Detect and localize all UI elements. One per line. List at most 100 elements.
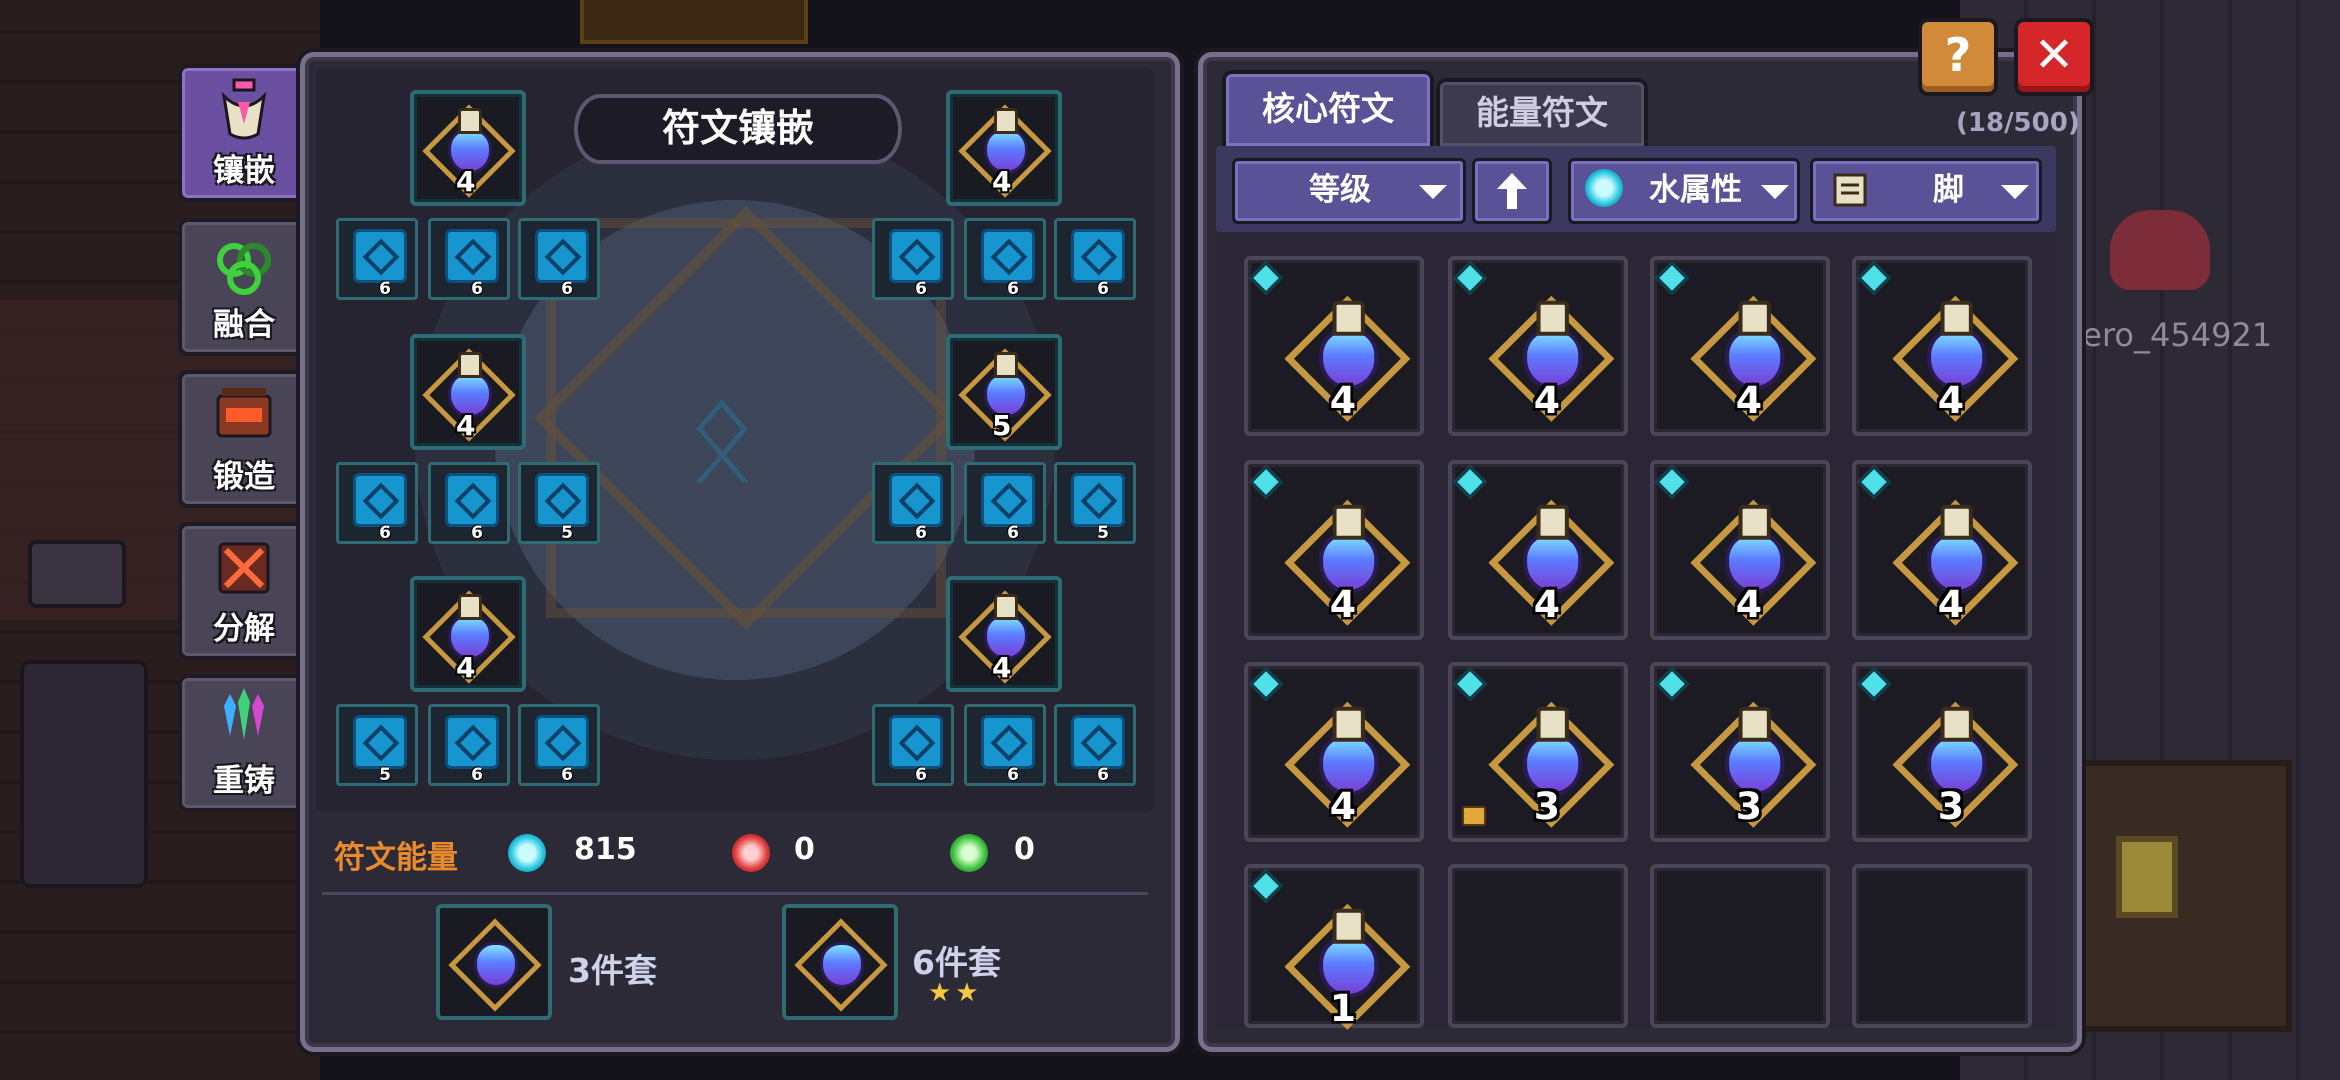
water-element-badge xyxy=(1857,261,1891,295)
core-rune-icon: 4 xyxy=(958,590,1052,684)
side-tab-forge[interactable]: 锻造 xyxy=(178,370,310,508)
energy-rune-icon xyxy=(1071,473,1125,527)
water-element-badge xyxy=(1249,465,1283,499)
energy-rune-slot[interactable]: 5 xyxy=(518,462,600,544)
core-rune-slot[interactable]: 4 xyxy=(410,576,526,692)
energy-rune-slot[interactable]: 6 xyxy=(872,704,954,786)
inventory-rune-cell[interactable]: 4 xyxy=(1650,256,1830,436)
water-energy-value: 815 xyxy=(574,832,637,867)
close-button[interactable]: ✕ xyxy=(2014,18,2094,96)
water-element-badge xyxy=(1453,261,1487,295)
core-rune-slot[interactable]: 4 xyxy=(946,90,1062,206)
sort-dropdown-label: 等级 xyxy=(1309,172,1371,208)
energy-rune-icon xyxy=(981,229,1035,283)
element-dropdown[interactable]: 水属性 xyxy=(1568,158,1800,224)
core-rune-slot[interactable]: 4 xyxy=(410,90,526,206)
chevron-down-icon xyxy=(2001,185,2029,199)
inventory-rune-cell[interactable]: 4 xyxy=(1852,256,2032,436)
core-rune-slot[interactable]: 4 xyxy=(946,576,1062,692)
side-tab-label: 融合 xyxy=(213,307,275,343)
question-icon: ? xyxy=(1944,28,1972,82)
recast-icon xyxy=(224,688,264,740)
rune-energy-bar: 符文能量 815 0 0 xyxy=(316,822,1154,886)
energy-rune-icon xyxy=(445,473,499,527)
energy-rune-slot[interactable]: 6 xyxy=(1054,218,1136,300)
energy-rune-slot[interactable]: 6 xyxy=(964,704,1046,786)
inventory-rune-cell[interactable]: 3 xyxy=(1650,662,1830,842)
energy-rune-icon xyxy=(889,473,943,527)
energy-rune-icon xyxy=(981,473,1035,527)
core-rune-icon: 3 xyxy=(1488,701,1615,828)
energy-rune-slot[interactable]: 6 xyxy=(336,462,418,544)
inventory-rune-cell[interactable]: 1 xyxy=(1244,864,1424,1030)
energy-rune-icon xyxy=(445,715,499,769)
energy-rune-slot[interactable]: 6 xyxy=(1054,704,1136,786)
set-rune-icon xyxy=(448,918,542,1012)
energy-rune-slot[interactable]: 6 xyxy=(964,218,1046,300)
energy-rune-slot[interactable]: 6 xyxy=(336,218,418,300)
core-rune-icon: 4 xyxy=(1892,295,2019,422)
inventory-rune-cell[interactable]: 4 xyxy=(1650,460,1830,640)
energy-rune-slot[interactable]: 6 xyxy=(872,462,954,544)
core-rune-icon: 4 xyxy=(1690,499,1817,626)
inventory-rune-cell[interactable]: 4 xyxy=(1852,460,2032,640)
side-tab-inlay[interactable]: 镶嵌 xyxy=(178,64,310,202)
tab-core-runes[interactable]: 核心符文 xyxy=(1222,70,1434,150)
sort-order-button[interactable] xyxy=(1472,158,1552,224)
energy-rune-icon xyxy=(889,715,943,769)
energy-rune-slot[interactable]: 6 xyxy=(872,218,954,300)
rune-count: (18/500) xyxy=(1956,108,2080,138)
core-rune-slot[interactable]: 5 xyxy=(946,334,1062,450)
lock-icon xyxy=(1462,806,1486,826)
side-tab-decompose[interactable]: 分解 xyxy=(178,522,310,660)
chevron-down-icon xyxy=(1419,185,1447,199)
slot-dropdown[interactable]: 脚 xyxy=(1810,158,2042,224)
fire-energy-value: 0 xyxy=(794,832,815,867)
set-bonus-slot[interactable] xyxy=(782,904,898,1020)
inventory-rune-cell[interactable]: 3 xyxy=(1852,662,2032,842)
decompose-icon xyxy=(218,542,270,594)
energy-rune-slot[interactable]: 6 xyxy=(428,704,510,786)
inventory-empty-cell[interactable] xyxy=(1650,864,1830,1028)
energy-rune-icon xyxy=(445,229,499,283)
sort-dropdown[interactable]: 等级 xyxy=(1232,158,1466,224)
energy-rune-icon xyxy=(353,229,407,283)
water-element-badge xyxy=(1249,261,1283,295)
inventory-empty-cell[interactable] xyxy=(1448,864,1628,1028)
core-rune-icon: 4 xyxy=(1284,701,1411,828)
water-element-badge xyxy=(1249,869,1283,903)
energy-rune-icon xyxy=(981,715,1035,769)
energy-rune-slot[interactable]: 6 xyxy=(964,462,1046,544)
inlay-icon xyxy=(221,78,267,140)
water-element-icon xyxy=(1585,169,1623,207)
water-element-badge xyxy=(1655,261,1689,295)
set-bonus-slot[interactable] xyxy=(436,904,552,1020)
energy-rune-slot[interactable]: 6 xyxy=(428,462,510,544)
inventory-rune-cell[interactable]: 3 xyxy=(1448,662,1628,842)
help-button[interactable]: ? xyxy=(1918,18,1998,96)
inventory-rune-cell[interactable]: 4 xyxy=(1448,256,1628,436)
water-element-badge xyxy=(1453,667,1487,701)
core-rune-icon: 4 xyxy=(1284,295,1411,422)
inventory-rune-cell[interactable]: 4 xyxy=(1244,662,1424,842)
inventory-empty-cell[interactable] xyxy=(1852,864,2032,1028)
energy-rune-icon xyxy=(889,229,943,283)
energy-rune-slot[interactable]: 6 xyxy=(518,218,600,300)
other-player-name: hero_454921 xyxy=(2062,316,2273,354)
core-rune-slot[interactable]: 4 xyxy=(410,334,526,450)
inventory-rune-cell[interactable]: 4 xyxy=(1448,460,1628,640)
inventory-rune-cell[interactable]: 4 xyxy=(1244,256,1424,436)
water-element-badge xyxy=(1249,667,1283,701)
side-tab-fusion[interactable]: 融合 xyxy=(178,218,310,356)
energy-rune-slot[interactable]: 6 xyxy=(518,704,600,786)
board-center-rune-icon: ᛟ xyxy=(686,368,758,507)
side-tab-recast[interactable]: 重铸 xyxy=(178,674,310,812)
inventory-rune-cell[interactable]: 4 xyxy=(1244,460,1424,640)
energy-rune-slot[interactable]: 5 xyxy=(1054,462,1136,544)
energy-rune-icon xyxy=(353,473,407,527)
side-tab-label: 分解 xyxy=(213,611,275,647)
energy-rune-slot[interactable]: 5 xyxy=(336,704,418,786)
core-rune-icon: 4 xyxy=(422,104,516,198)
energy-rune-slot[interactable]: 6 xyxy=(428,218,510,300)
tab-energy-runes[interactable]: 能量符文 xyxy=(1436,78,1648,150)
